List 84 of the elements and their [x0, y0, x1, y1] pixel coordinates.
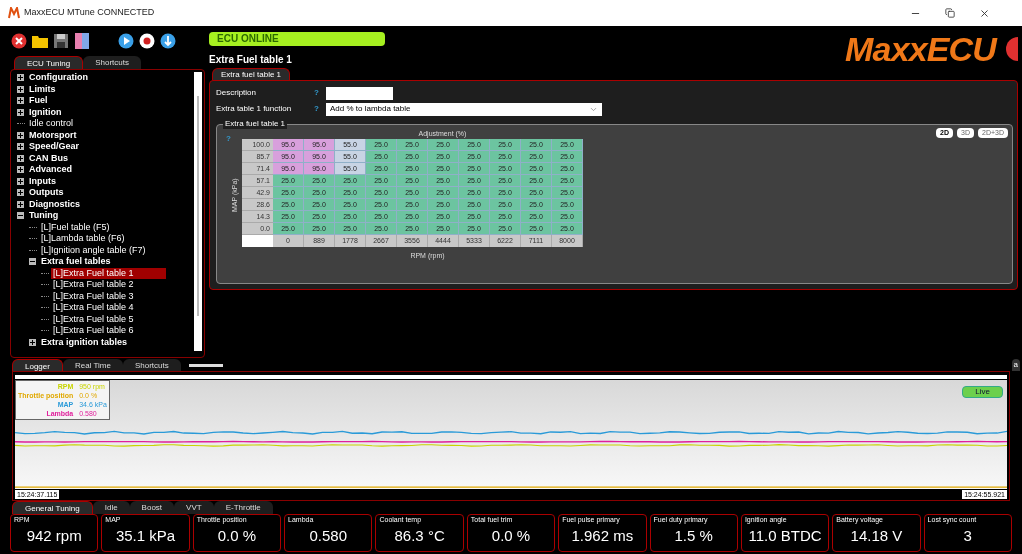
- tree-item[interactable]: [L]Extra Fuel table 3: [51, 290, 136, 302]
- expand-icon[interactable]: [17, 143, 24, 151]
- field-label: Extra table 1 function: [216, 103, 293, 115]
- expand-icon[interactable]: [17, 200, 24, 208]
- function-dropdown[interactable]: Add % to lambda table: [326, 102, 602, 116]
- help-icon[interactable]: ?: [314, 87, 326, 99]
- tree-item[interactable]: [L]Extra Fuel table 1: [51, 267, 166, 279]
- tab[interactable]: VVT: [174, 501, 214, 514]
- tree-item[interactable]: [L]Fuel table (F5): [39, 221, 112, 233]
- gauge-value: 11.0 BTDC: [747, 526, 823, 546]
- tree-item[interactable]: [L]Extra Fuel table 2: [51, 279, 136, 291]
- tree-item[interactable]: Fuel: [27, 95, 50, 107]
- tab[interactable]: Shortcuts: [83, 56, 141, 69]
- tree-item[interactable]: [L]Lambda table (F6): [39, 233, 127, 245]
- help-icon[interactable]: ?: [314, 103, 326, 115]
- tree-item[interactable]: Advanced: [27, 164, 74, 176]
- close-icon[interactable]: [10, 32, 28, 50]
- tree-item[interactable]: [L]Extra Fuel table 6: [51, 325, 136, 337]
- tree-item[interactable]: Outputs: [27, 187, 66, 199]
- tree-item[interactable]: Tuning: [27, 210, 61, 222]
- record-icon[interactable]: [138, 32, 156, 50]
- collapse-icon[interactable]: [17, 212, 24, 220]
- group-title: Extra fuel table 1: [223, 119, 288, 129]
- gauge-value: 14.18 V: [849, 526, 904, 546]
- play-icon[interactable]: [117, 32, 135, 50]
- expand-icon[interactable]: [17, 85, 24, 93]
- expand-icon[interactable]: [17, 166, 24, 174]
- tab[interactable]: Shortcuts: [122, 358, 181, 372]
- tree-item[interactable]: Motorsport: [27, 129, 79, 141]
- tree-item[interactable]: Configuration: [27, 72, 90, 84]
- gauge-value: 1.5 %: [673, 526, 714, 546]
- corner-cell: [242, 235, 273, 247]
- logo: MaxxECU: [845, 32, 996, 66]
- tree-item[interactable]: Speed/Gear: [27, 141, 82, 153]
- expand-icon[interactable]: [17, 97, 24, 105]
- tree-item[interactable]: Ignition: [27, 106, 64, 118]
- compare-icon[interactable]: [73, 32, 91, 50]
- gauge-value: 86.3 °C: [393, 526, 446, 546]
- tab[interactable]: Extra fuel table 1: [212, 68, 291, 80]
- tree-item[interactable]: Extra fuel tables: [39, 256, 113, 268]
- tree-item[interactable]: Diagnostics: [27, 198, 82, 210]
- tree-item[interactable]: [L]Extra Fuel table 5: [51, 313, 136, 325]
- tree-item[interactable]: [L]Ignition angle table (F7): [39, 244, 148, 256]
- page-title: Extra Fuel table 1: [209, 53, 293, 67]
- expand-icon[interactable]: [17, 154, 24, 162]
- window-title: MaxxECU MTune CONNECTED: [24, 6, 155, 20]
- expand-icon[interactable]: [29, 338, 36, 346]
- close-icon[interactable]: [979, 7, 990, 19]
- expand-icon[interactable]: [17, 189, 24, 197]
- tree-item[interactable]: [L]Extra Fuel table 4: [51, 302, 136, 314]
- expand-icon[interactable]: [17, 177, 24, 185]
- app-icon: [8, 7, 20, 19]
- gauge-value: 0.580: [308, 526, 349, 546]
- collapse-icon[interactable]: [29, 258, 36, 266]
- live-button[interactable]: Live: [962, 386, 1003, 398]
- field-label: Description: [216, 87, 257, 99]
- tree-item[interactable]: Idle control: [27, 118, 76, 130]
- expand-icon[interactable]: [17, 74, 24, 82]
- gauge-value: 0.0 %: [216, 526, 258, 546]
- tab[interactable]: General Tuning: [12, 501, 93, 514]
- status-bar: ECU ONLINE: [209, 32, 385, 46]
- tree-item[interactable]: CAN Bus: [27, 152, 70, 164]
- description-field[interactable]: [326, 86, 393, 100]
- expand-icon[interactable]: [17, 108, 24, 116]
- tree-item[interactable]: Extra ignition tables: [39, 336, 129, 348]
- gauge-value: 3: [962, 526, 973, 546]
- tab[interactable]: Boost: [129, 501, 175, 514]
- tab[interactable]: Logger: [12, 358, 63, 372]
- expand-icon[interactable]: [17, 131, 24, 139]
- tab[interactable]: Idle: [92, 501, 130, 514]
- tab[interactable]: E-Throttle: [213, 501, 273, 514]
- gauge-value: 942 rpm: [25, 526, 83, 546]
- gauge-value: 35.1 kPa: [114, 526, 177, 546]
- tab[interactable]: ECU Tuning: [14, 56, 84, 69]
- save-icon[interactable]: [52, 32, 70, 50]
- tab[interactable]: Real Time: [62, 358, 123, 372]
- scrollbar[interactable]: [194, 72, 202, 351]
- gauge-value: 1.962 ms: [570, 526, 635, 546]
- tree-item[interactable]: Inputs: [27, 175, 58, 187]
- download-icon[interactable]: [159, 32, 177, 50]
- restore-icon[interactable]: [945, 7, 955, 18]
- side-tab[interactable]: a: [1011, 359, 1020, 371]
- gauge-value: 0.0 %: [490, 526, 532, 546]
- tree-item[interactable]: Limits: [27, 83, 58, 95]
